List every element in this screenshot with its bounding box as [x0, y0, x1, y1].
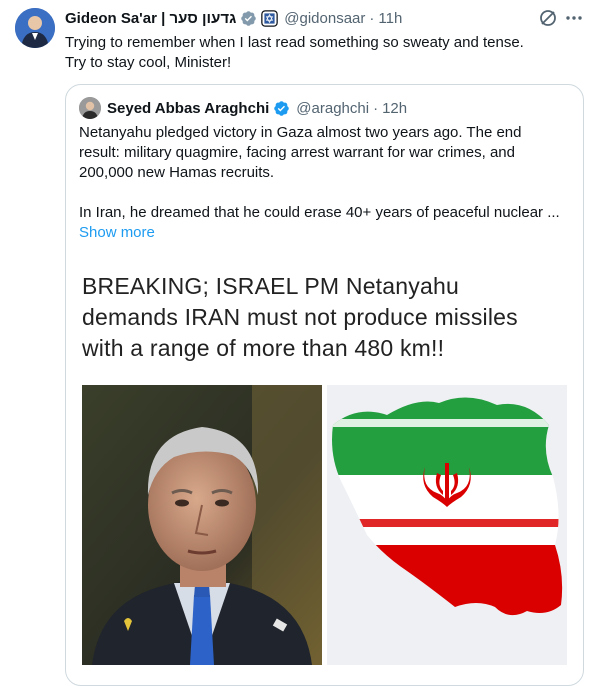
more-icon[interactable] [564, 8, 584, 33]
headline-line: with a range of more than 480 km!! [82, 335, 445, 361]
verified-badge-icon[interactable] [240, 10, 257, 27]
author-handle[interactable]: @gidonsaar [284, 10, 365, 27]
headline-line: BREAKING; ISRAEL PM Netanyahu [82, 273, 459, 299]
quoted-author-avatar[interactable] [79, 97, 101, 119]
quoted-author-handle[interactable]: @araghchi [296, 100, 369, 117]
quoted-author-name[interactable]: Seyed Abbas Araghchi [107, 100, 269, 117]
portrait-photo[interactable] [82, 385, 322, 665]
quoted-text-line: Netanyahu pledged victory in Gaza almost… [79, 124, 522, 141]
quoted-tweet-text: Netanyahu pledged victory in Gaza almost… [79, 123, 574, 243]
author-name[interactable]: Gideon Sa'ar | גדעון סער [65, 10, 236, 27]
quoted-text-line: result: military quagmire, facing arrest… [79, 144, 515, 161]
tweet-text-line: Trying to remember when I last read some… [65, 34, 524, 51]
quoted-tweet-card[interactable]: Seyed Abbas Araghchi @araghchi · 12h Net… [65, 84, 584, 686]
show-more-link[interactable]: Show more [79, 223, 574, 243]
headline-line: demands IRAN must not produce missiles [82, 304, 518, 330]
verified-badge-icon[interactable] [273, 100, 290, 117]
separator-dot: · [369, 9, 375, 27]
organization-badge-icon[interactable] [261, 9, 279, 27]
separator-dot: · [373, 99, 379, 117]
image-headline: BREAKING; ISRAEL PM Netanyahu demands IR… [82, 271, 572, 364]
quoted-text-line: In Iran, he dreamed that he could erase … [79, 204, 560, 221]
tweet-text-line: Try to stay cool, Minister! [65, 54, 232, 71]
iran-flag-map-image[interactable] [327, 385, 567, 665]
tweet-time[interactable]: 11h [378, 10, 402, 27]
tweet-text: Trying to remember when I last read some… [65, 33, 585, 73]
quoted-tweet-time[interactable]: 12h [382, 100, 407, 117]
grok-icon[interactable] [538, 8, 558, 33]
quoted-text-blank-line [79, 183, 574, 203]
quoted-tweet-header: Seyed Abbas Araghchi @araghchi · 12h [79, 97, 407, 119]
author-avatar[interactable] [15, 8, 55, 48]
quoted-text-line: 200,000 new Hamas recruits. [79, 164, 275, 181]
tweet-header: Gideon Sa'ar | גדעון סער @gidonsaar · 11… [65, 8, 597, 28]
